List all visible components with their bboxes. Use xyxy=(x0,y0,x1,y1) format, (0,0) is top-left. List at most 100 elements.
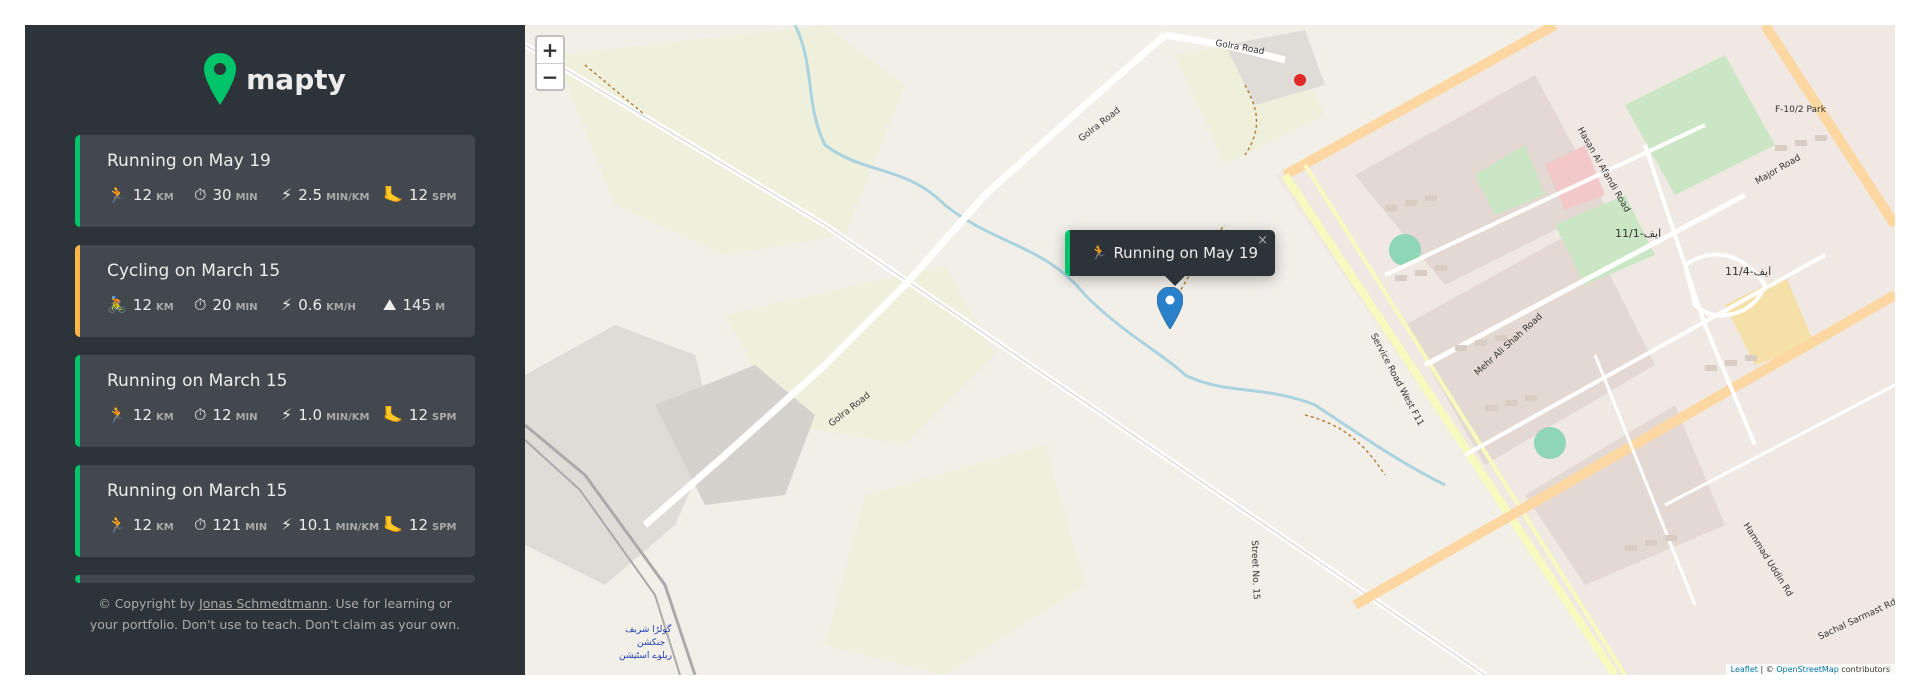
pace-value: 2.5 xyxy=(298,186,323,204)
workout-title: Cycling on March 15 xyxy=(107,261,281,281)
workout-stats: 🚴 12 KM ⏱ 20 MIN ⚡ 0.6 KM/H ⛰ 145 M xyxy=(107,295,475,315)
workout-title: Running on March 15 xyxy=(107,371,288,391)
workout-title: Running on March 15 xyxy=(107,481,288,501)
lightning-icon: ⚡ xyxy=(281,295,293,314)
cadence-unit: SPM xyxy=(432,522,457,533)
cadence-value: 12 xyxy=(408,186,429,204)
pace-unit: MIN/KM xyxy=(335,522,380,533)
distance-value: 12 xyxy=(132,186,153,204)
map-pin-logo-icon xyxy=(204,53,237,105)
stopwatch-icon: ⏱ xyxy=(194,295,207,314)
distance-value: 12 xyxy=(132,296,153,314)
workout-distance: 🏃 12 KM xyxy=(107,515,194,535)
speed-value: 0.6 xyxy=(298,296,323,314)
workout-stats: 🏃 12 KM ⏱ 30 MIN ⚡ 2.5 MIN/KM 🦶 12 SPM xyxy=(107,185,475,205)
runner-icon: 🏃 xyxy=(107,515,127,534)
area-label-f11-4: 11/4-ایف xyxy=(1725,265,1772,278)
workout-duration: ⏱ 20 MIN xyxy=(194,295,281,315)
workout-popup[interactable]: 🏃 Running on May 19 × xyxy=(1065,230,1275,286)
workout-speed: ⚡ 0.6 KM/H xyxy=(281,295,383,315)
workout-title: Running on May 19 xyxy=(107,151,271,171)
distance-unit: KM xyxy=(156,522,174,533)
distance-value: 12 xyxy=(132,406,153,424)
workout-distance: 🏃 12 KM xyxy=(107,185,194,205)
road-label-street-15: Street No. 15 xyxy=(1248,540,1261,600)
lightning-icon: ⚡ xyxy=(281,185,293,204)
distance-unit: KM xyxy=(156,192,174,203)
duration-value: 12 xyxy=(212,406,232,424)
pace-unit: MIN/KM xyxy=(326,412,370,423)
area-label-f11-1: ایف-11/1 xyxy=(1615,227,1662,240)
workout-cadence: 🦶 12 SPM xyxy=(383,405,470,425)
cadence-value: 12 xyxy=(408,516,429,534)
workout-stats: 🏃 12 KM ⏱ 121 MIN ⚡ 10.1 MIN/KM 🦶 12 SPM xyxy=(107,515,475,535)
stopwatch-icon: ⏱ xyxy=(194,405,207,424)
park-label-f10-2: F-10/2 Park xyxy=(1775,105,1826,115)
station-label-line2: جنکشن xyxy=(637,638,666,648)
workout-item[interactable]: Running on March 15 🏃 12 KM ⏱ 121 MIN ⚡ 10.1 M… xyxy=(75,465,475,557)
cyclist-icon: 🚴 xyxy=(107,295,127,314)
zoom-out-button[interactable]: − xyxy=(537,63,563,89)
pace-unit: MIN/KM xyxy=(326,192,370,203)
stopwatch-icon: ⏱ xyxy=(194,515,207,534)
attribution-separator: | © xyxy=(1757,665,1777,674)
station-label-line3: ریلوے اسٹیشن xyxy=(619,651,672,661)
map-marker-icon[interactable] xyxy=(1157,287,1183,329)
workout-item[interactable]: Cycling on March 15 🚴 12 KM ⏱ 20 MIN ⚡ 0.6 KM/… xyxy=(75,245,475,337)
speed-unit: KM/H xyxy=(326,302,356,313)
duration-unit: MIN xyxy=(235,302,258,313)
foot-icon: 🦶 xyxy=(383,515,403,534)
workout-pace: ⚡ 10.1 MIN/KM xyxy=(281,515,383,535)
workout-duration: ⏱ 12 MIN xyxy=(194,405,281,425)
pace-value: 1.0 xyxy=(298,406,323,424)
zoom-in-button[interactable]: + xyxy=(537,37,563,63)
duration-value: 121 xyxy=(212,516,242,534)
duration-unit: MIN xyxy=(245,522,268,533)
popup-text: Running on May 19 xyxy=(1113,244,1258,262)
workout-distance: 🚴 12 KM xyxy=(107,295,194,315)
workout-cadence: 🦶 12 SPM xyxy=(383,185,470,205)
foot-icon: 🦶 xyxy=(383,185,403,204)
workout-pace: ⚡ 2.5 MIN/KM xyxy=(281,185,383,205)
mountain-icon: ⛰ xyxy=(383,295,397,314)
copyright: © Copyright by Jonas Schmedtmann. Use fo… xyxy=(25,593,525,635)
duration-value: 30 xyxy=(212,186,232,204)
distance-unit: KM xyxy=(156,302,174,313)
logo: mapty xyxy=(75,53,475,105)
osm-link[interactable]: OpenStreetMap xyxy=(1776,665,1839,674)
workout-duration: ⏱ 121 MIN xyxy=(194,515,281,535)
station-label-line1: گولڑا شریف xyxy=(625,625,672,635)
elevation-value: 145 xyxy=(402,296,432,314)
popup-tip xyxy=(1165,276,1185,286)
workout-item[interactable]: Running on March 15 🏃 12 KM ⏱ 12 MIN ⚡ 1.0 MIN… xyxy=(75,355,475,447)
foot-icon: 🦶 xyxy=(383,405,403,424)
attribution-contributors: contributors xyxy=(1838,665,1890,674)
runner-icon: 🏃 xyxy=(107,185,127,204)
copyright-prefix: © Copyright by xyxy=(98,596,200,611)
cadence-unit: SPM xyxy=(432,412,457,423)
distance-unit: KM xyxy=(156,412,174,423)
workout-item[interactable]: Running on May 19 🏃 12 KM ⏱ 30 MIN ⚡ 2.5 MIN/K… xyxy=(75,135,475,227)
lightning-icon: ⚡ xyxy=(281,515,293,534)
leaflet-link[interactable]: Leaflet xyxy=(1731,665,1758,674)
workout-elevation: ⛰ 145 M xyxy=(383,295,470,315)
cadence-unit: SPM xyxy=(432,192,457,203)
workout-cadence: 🦶 12 SPM xyxy=(383,515,470,535)
cadence-value: 12 xyxy=(408,406,429,424)
close-icon[interactable]: × xyxy=(1257,233,1268,248)
runner-icon: 🏃 xyxy=(107,405,127,424)
workout-list: Running on May 19 🏃 12 KM ⏱ 30 MIN ⚡ 2.5 MIN/K… xyxy=(75,135,475,583)
map-tiles xyxy=(525,25,1895,675)
pace-value: 10.1 xyxy=(298,516,332,534)
distance-value: 12 xyxy=(132,516,153,534)
workout-pace: ⚡ 1.0 MIN/KM xyxy=(281,405,383,425)
author-link[interactable]: Jonas Schmedtmann xyxy=(199,596,328,611)
workout-item-partial[interactable] xyxy=(75,575,475,583)
app: mapty Running on May 19 🏃 12 KM ⏱ 30 MIN ⚡ 2.… xyxy=(25,25,1895,675)
duration-value: 20 xyxy=(212,296,232,314)
lightning-icon: ⚡ xyxy=(281,405,293,424)
duration-unit: MIN xyxy=(235,192,258,203)
map[interactable]: Golra Road Golra Road Golra Road Service… xyxy=(525,25,1895,675)
logo-text: mapty xyxy=(246,62,346,96)
elevation-unit: M xyxy=(435,302,446,313)
